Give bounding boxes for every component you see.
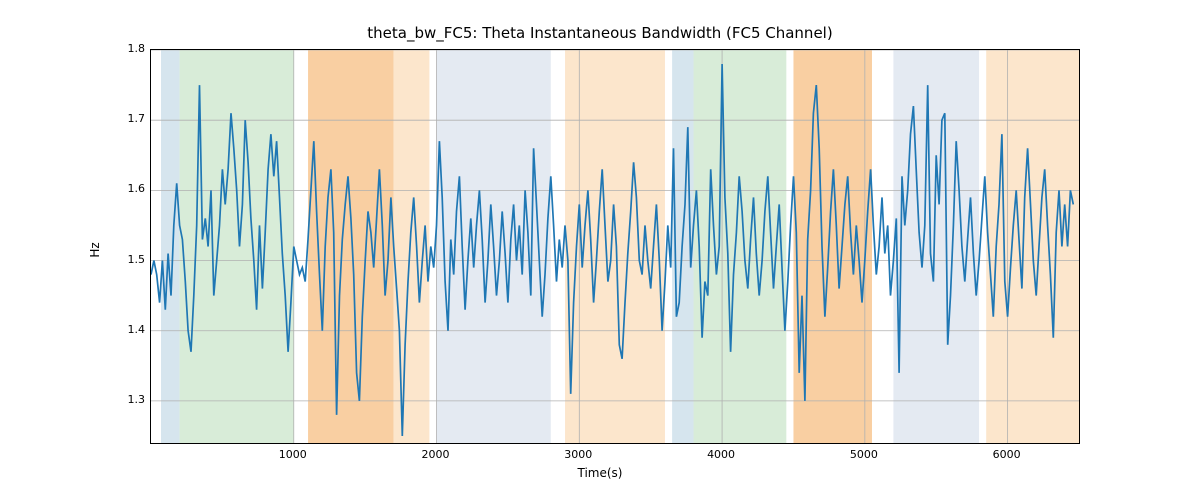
plot-area xyxy=(150,49,1080,444)
y-axis-label: Hz xyxy=(88,242,102,257)
chart-title: theta_bw_FC5: Theta Instantaneous Bandwi… xyxy=(0,24,1200,42)
x-tick-label: 3000 xyxy=(553,448,603,461)
y-tick-label: 1.4 xyxy=(105,323,145,336)
y-tick-label: 1.8 xyxy=(105,42,145,55)
x-tick-label: 4000 xyxy=(696,448,746,461)
y-tick-label: 1.3 xyxy=(105,393,145,406)
x-tick-label: 1000 xyxy=(268,448,318,461)
x-tick-label: 2000 xyxy=(411,448,461,461)
x-axis-label: Time(s) xyxy=(0,466,1200,480)
x-tick-label: 5000 xyxy=(839,448,889,461)
y-tick-label: 1.6 xyxy=(105,182,145,195)
x-tick-label: 6000 xyxy=(982,448,1032,461)
y-tick-label: 1.5 xyxy=(105,253,145,266)
y-tick-label: 1.7 xyxy=(105,112,145,125)
chart-container: theta_bw_FC5: Theta Instantaneous Bandwi… xyxy=(0,0,1200,500)
plot-svg xyxy=(151,50,1079,443)
